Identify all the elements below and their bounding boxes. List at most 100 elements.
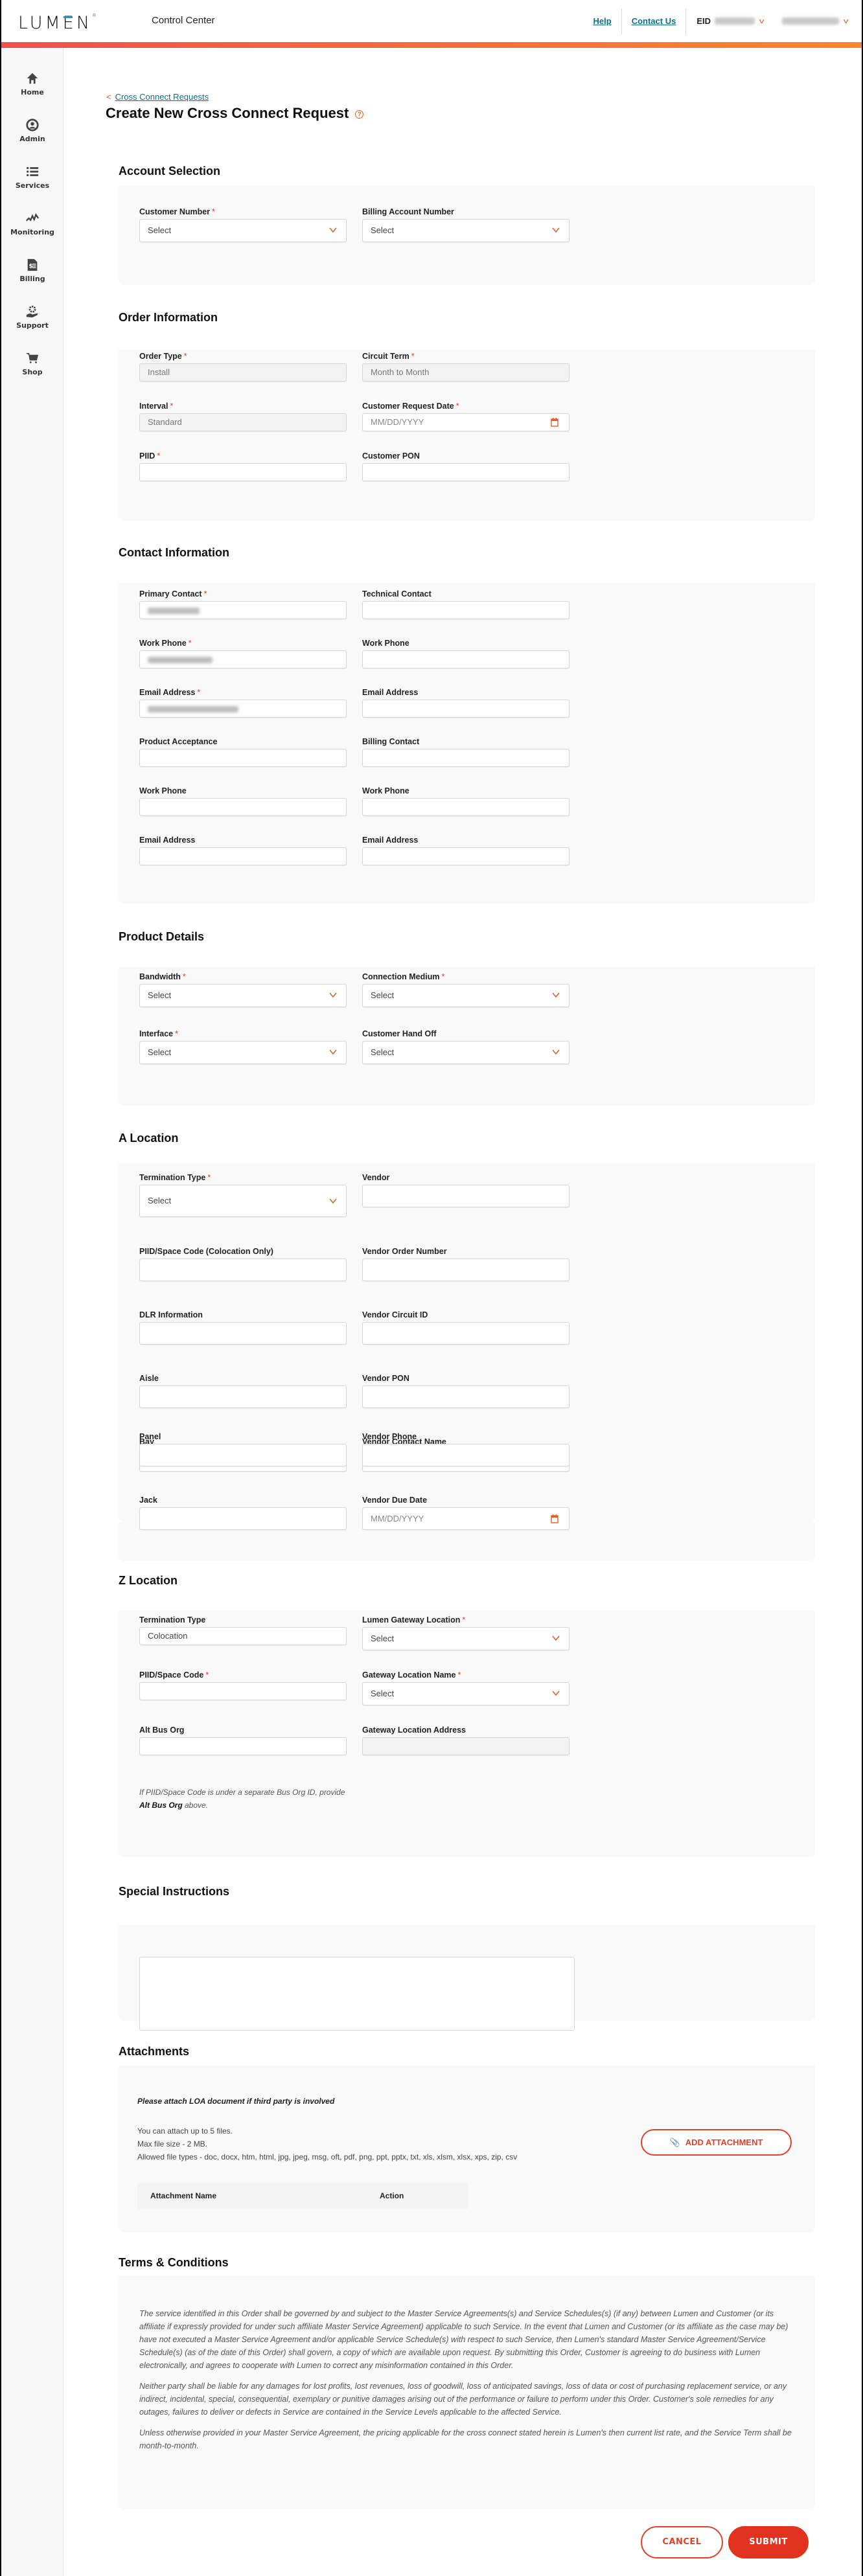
primary-work-phone-input[interactable] <box>139 650 347 668</box>
order-type-input: Install <box>139 363 347 382</box>
special-instructions-textarea[interactable] <box>139 1957 575 2031</box>
breadcrumb-link-cross-connect-requests[interactable]: Cross Connect Requests <box>115 92 209 102</box>
eid-chevron-down-icon[interactable]: v <box>759 17 765 25</box>
billing-contact-input[interactable] <box>362 749 570 767</box>
customer-number-select[interactable]: Select <box>139 219 347 242</box>
z-termination-type-input[interactable]: Colocation <box>139 1627 347 1645</box>
connection-medium-select[interactable]: Select <box>362 984 570 1007</box>
technical-email-input[interactable] <box>362 700 570 718</box>
piid-input[interactable] <box>139 463 347 481</box>
z-location-panel: Termination Type Colocation Lumen Gatewa… <box>119 1611 815 1857</box>
vendor-due-date-field: Vendor Due Date MM/DD/YYYY <box>362 1496 570 1530</box>
field-label: Order Type * <box>139 352 187 361</box>
interface-select[interactable]: Select <box>139 1041 347 1064</box>
field-label: Billing Contact <box>362 737 420 746</box>
sidebar-item-label: Services <box>15 181 50 190</box>
technical-contact-input[interactable] <box>362 601 570 619</box>
help-link[interactable]: Help <box>584 8 621 34</box>
page-title-text: Create New Cross Connect Request <box>106 105 349 121</box>
gateway-location-name-select[interactable]: Select <box>362 1682 570 1705</box>
primary-contact-field: Primary Contact * <box>139 589 347 619</box>
help-question-icon[interactable]: ? <box>355 109 364 119</box>
field-label: Customer PON <box>362 451 420 461</box>
vendor-circuit-id-input[interactable] <box>362 1322 570 1345</box>
add-attachment-button[interactable]: 📎 ADD ATTACHMENT <box>641 2129 792 2156</box>
billing-account-number-select[interactable]: Select <box>362 219 570 242</box>
user-chevron-down-icon[interactable]: v <box>843 17 848 25</box>
alt-bus-org-input[interactable] <box>139 1737 347 1755</box>
terms-text: The service identified in this Order sha… <box>139 2307 794 2460</box>
sidebar-item-billing[interactable]: $ Billing <box>1 258 63 283</box>
attachments-table-header: Attachment Name Action <box>137 2183 468 2209</box>
jack-field: Jack <box>139 1496 347 1530</box>
calendar-icon[interactable] <box>551 418 558 427</box>
field-label: Billing Account Number <box>362 207 454 216</box>
acceptance-email-input[interactable] <box>139 847 347 865</box>
customer-pon-input[interactable] <box>362 463 570 481</box>
sidebar-item-services[interactable]: Services <box>1 165 63 190</box>
vendor-due-date-input[interactable]: MM/DD/YYYY <box>362 1507 570 1530</box>
sidebar-nav: Home Admin Services Monitoring $ Billing… <box>1 48 63 2576</box>
a-piid-space-code-input[interactable] <box>139 1259 347 1281</box>
billing-email-input[interactable] <box>362 847 570 865</box>
acceptance-work-phone-input[interactable] <box>139 798 347 816</box>
product-acceptance-input[interactable] <box>139 749 347 767</box>
z-piid-space-code-input[interactable] <box>139 1682 347 1700</box>
breadcrumb: < Cross Connect Requests <box>106 92 209 102</box>
pulse-icon <box>26 213 40 222</box>
panel-input[interactable] <box>139 1444 347 1466</box>
panel-field: Panel <box>139 1432 347 1466</box>
section-title-special-instructions: Special Instructions <box>119 1885 230 1898</box>
section-title-product-details: Product Details <box>119 930 205 943</box>
attachment-size-text: Max file size - 2 MB. <box>137 2139 208 2149</box>
customer-request-date-input[interactable]: MM/DD/YYYY <box>362 413 570 431</box>
billing-contact-field: Billing Contact <box>362 737 570 767</box>
chevron-left-icon[interactable]: < <box>106 92 111 102</box>
jack-input[interactable] <box>139 1507 347 1530</box>
dlr-information-input[interactable] <box>139 1322 347 1345</box>
primary-email-input[interactable] <box>139 700 347 718</box>
section-title-attachments: Attachments <box>119 2045 190 2058</box>
terms-paragraph: The service identified in this Order sha… <box>139 2309 788 2370</box>
attachment-instruction: Please attach LOA document if third part… <box>137 2097 335 2106</box>
sidebar-item-support[interactable]: Support <box>1 304 63 330</box>
field-label: Jack <box>139 1496 157 1505</box>
field-label: Vendor Due Date <box>362 1496 428 1505</box>
field-label: Vendor Circuit ID <box>362 1310 428 1319</box>
alt-bus-org-note: If PIID/Space Code is under a separate B… <box>139 1788 345 1810</box>
field-label: Email Address * <box>139 688 201 697</box>
attachment-info: You can attach up to 5 files. Max file s… <box>137 2125 517 2163</box>
a-termination-type-select[interactable]: Select <box>139 1185 347 1217</box>
sidebar-item-home[interactable]: Home <box>1 71 63 97</box>
field-label: DLR Information <box>139 1310 203 1319</box>
sidebar-item-admin[interactable]: Admin <box>1 118 63 143</box>
a-termination-type-field: Termination Type * Select <box>139 1173 347 1217</box>
aisle-input[interactable] <box>139 1385 347 1408</box>
technical-work-phone-input[interactable] <box>362 650 570 668</box>
calendar-icon[interactable] <box>551 1514 558 1523</box>
cancel-button[interactable]: CANCEL <box>641 2526 723 2559</box>
sidebar-item-shop[interactable]: Shop <box>1 351 63 376</box>
primary-contact-input[interactable] <box>139 601 347 619</box>
billing-work-phone-input[interactable] <box>362 798 570 816</box>
field-label: Gateway Location Address <box>362 1726 466 1735</box>
field-label: Bandwidth * <box>139 972 186 981</box>
lumen-logo[interactable]: LUMEN® <box>18 13 97 33</box>
vendor-order-number-input[interactable] <box>362 1259 570 1281</box>
eid-value-redacted[interactable] <box>715 17 755 25</box>
field-label: PIID/Space Code (Colocation Only) <box>139 1247 273 1256</box>
field-label: Vendor Order Number <box>362 1247 447 1256</box>
lumen-gateway-location-select[interactable]: Select <box>362 1627 570 1650</box>
circuit-term-input: Month to Month <box>362 363 570 382</box>
bandwidth-select[interactable]: Select <box>139 984 347 1007</box>
vendor-pon-input[interactable] <box>362 1385 570 1408</box>
vendor-input[interactable] <box>362 1185 570 1207</box>
customer-hand-off-select[interactable]: Select <box>362 1041 570 1064</box>
sidebar-item-monitoring[interactable]: Monitoring <box>1 211 63 236</box>
vendor-phone-input[interactable] <box>362 1444 570 1466</box>
user-name-redacted[interactable] <box>781 17 839 25</box>
technical-contact-field: Technical Contact <box>362 589 570 619</box>
submit-button[interactable]: SUBMIT <box>728 2526 809 2559</box>
contact-us-link[interactable]: Contact Us <box>622 8 686 34</box>
account-selection-panel: Customer Number * Select Billing Account … <box>119 186 815 285</box>
